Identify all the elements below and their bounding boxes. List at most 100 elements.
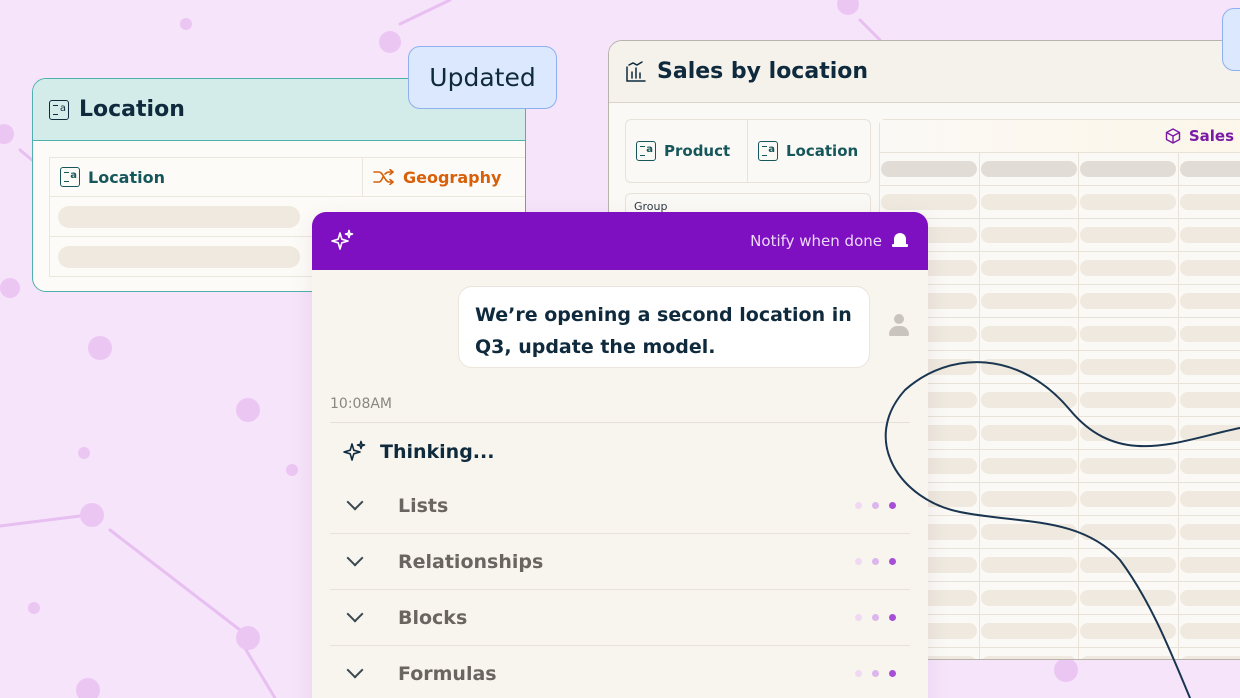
placeholder-bar: [881, 161, 978, 177]
placeholder-cell[interactable]: [980, 516, 1079, 548]
placeholder-cell[interactable]: [1079, 516, 1179, 548]
placeholder-bar: [1179, 260, 1240, 276]
chevron-down-icon[interactable]: [344, 606, 368, 630]
placeholder-bar: [1080, 590, 1177, 606]
column-label: Geography: [403, 167, 502, 187]
placeholder-cell[interactable]: [980, 384, 1079, 416]
dimension-label: Product: [664, 142, 731, 160]
placeholder-cell[interactable]: [1179, 648, 1240, 659]
placeholder-cell[interactable]: [1079, 153, 1179, 185]
step-blocks[interactable]: Blocks: [330, 590, 910, 646]
placeholder-cell[interactable]: [1179, 417, 1240, 449]
placeholder-cell[interactable]: [1179, 285, 1240, 317]
placeholder-cell[interactable]: [1079, 549, 1179, 581]
placeholder-cell[interactable]: [1179, 318, 1240, 350]
placeholder-bar: [980, 326, 1077, 342]
placeholder-bar: [1080, 359, 1177, 375]
sales-card-title: Sales by location: [657, 59, 869, 84]
placeholder-cell[interactable]: [980, 582, 1079, 614]
placeholder-cell[interactable]: [980, 252, 1079, 284]
column-header-geography[interactable]: Geography: [363, 158, 525, 196]
placeholder-bar: [1179, 161, 1240, 177]
placeholder-bar: [980, 392, 1077, 408]
placeholder-bar: [980, 590, 1077, 606]
placeholder-cell[interactable]: [980, 186, 1079, 218]
placeholder-cell[interactable]: [1079, 186, 1179, 218]
placeholder-cell[interactable]: [1179, 516, 1240, 548]
placeholder-cell[interactable]: [980, 285, 1079, 317]
thinking-status: Thinking...: [342, 440, 494, 464]
placeholder-bar: [980, 260, 1077, 276]
placeholder-cell[interactable]: [1179, 582, 1240, 614]
placeholder-cell[interactable]: [1079, 318, 1179, 350]
placeholder-cell[interactable]: [1079, 450, 1179, 482]
sales-grid: Sales: [879, 119, 1240, 659]
placeholder-cell[interactable]: [980, 417, 1079, 449]
placeholder-cell[interactable]: [1079, 483, 1179, 515]
placeholder-cell[interactable]: [1079, 417, 1179, 449]
placeholder-bar: [881, 194, 978, 210]
placeholder-cell[interactable]: [980, 351, 1079, 383]
sales-measure-header[interactable]: Sales: [880, 120, 1240, 152]
placeholder-cell[interactable]: [880, 153, 980, 185]
placeholder-bar: [1179, 491, 1240, 507]
placeholder-cell[interactable]: [980, 483, 1079, 515]
column-header-location[interactable]: Location: [50, 158, 363, 196]
placeholder-cell[interactable]: [1179, 615, 1240, 647]
step-relationships[interactable]: Relationships: [330, 534, 910, 590]
chevron-down-icon[interactable]: [344, 662, 368, 686]
placeholder-bar: [1080, 425, 1177, 441]
dimension-product[interactable]: Product: [626, 120, 748, 182]
placeholder-cell[interactable]: [980, 648, 1079, 659]
placeholder-cell[interactable]: [1179, 252, 1240, 284]
placeholder-cell[interactable]: [1079, 648, 1179, 659]
placeholder-cell[interactable]: [1079, 582, 1179, 614]
placeholder-bar: [1179, 194, 1240, 210]
placeholder-cell[interactable]: [1179, 186, 1240, 218]
dimension-location[interactable]: Location: [748, 120, 858, 182]
placeholder-cell[interactable]: [1179, 450, 1240, 482]
location-card-title: Location: [79, 97, 185, 122]
table-row: [880, 383, 1240, 416]
placeholder-cell[interactable]: [1079, 384, 1179, 416]
placeholder-cell[interactable]: [980, 318, 1079, 350]
step-lists[interactable]: Lists: [330, 478, 910, 534]
placeholder-cell[interactable]: [1079, 351, 1179, 383]
bell-icon[interactable]: [892, 232, 908, 250]
notify-when-done-toggle[interactable]: Notify when done: [750, 232, 882, 250]
placeholder-cell[interactable]: [1179, 549, 1240, 581]
placeholder-bar: [980, 194, 1077, 210]
placeholder-cell[interactable]: [1179, 483, 1240, 515]
placeholder-cell[interactable]: [1179, 219, 1240, 251]
step-formulas[interactable]: Formulas: [330, 646, 910, 698]
placeholder-cell[interactable]: [1079, 615, 1179, 647]
table-row: [880, 647, 1240, 659]
table-row: [880, 449, 1240, 482]
placeholder-bar: [1080, 623, 1177, 639]
loading-dots-icon: [855, 502, 896, 509]
placeholder-cell[interactable]: [980, 153, 1079, 185]
list-icon: [60, 167, 80, 187]
placeholder-cell[interactable]: [1079, 219, 1179, 251]
table-row: [880, 218, 1240, 251]
placeholder-cell[interactable]: [980, 549, 1079, 581]
placeholder-cell[interactable]: [1179, 351, 1240, 383]
table-row: [880, 317, 1240, 350]
placeholder-cell[interactable]: [980, 219, 1079, 251]
list-icon: [636, 141, 656, 161]
placeholder-cell[interactable]: [980, 450, 1079, 482]
cube-icon: [1165, 128, 1181, 144]
placeholder-cell[interactable]: [1179, 384, 1240, 416]
measure-label: Sales: [1188, 127, 1234, 145]
chevron-down-icon[interactable]: [344, 494, 368, 518]
placeholder-cell[interactable]: [980, 615, 1079, 647]
placeholder-cell[interactable]: [1079, 252, 1179, 284]
placeholder-bar: [1179, 326, 1240, 342]
chevron-down-icon[interactable]: [344, 550, 368, 574]
placeholder-cell[interactable]: [1179, 153, 1240, 185]
placeholder-bar: [1080, 524, 1177, 540]
placeholder-cell[interactable]: [1079, 285, 1179, 317]
divider: [330, 422, 910, 423]
placeholder-bar: [980, 491, 1077, 507]
chart-icon: [626, 60, 646, 82]
